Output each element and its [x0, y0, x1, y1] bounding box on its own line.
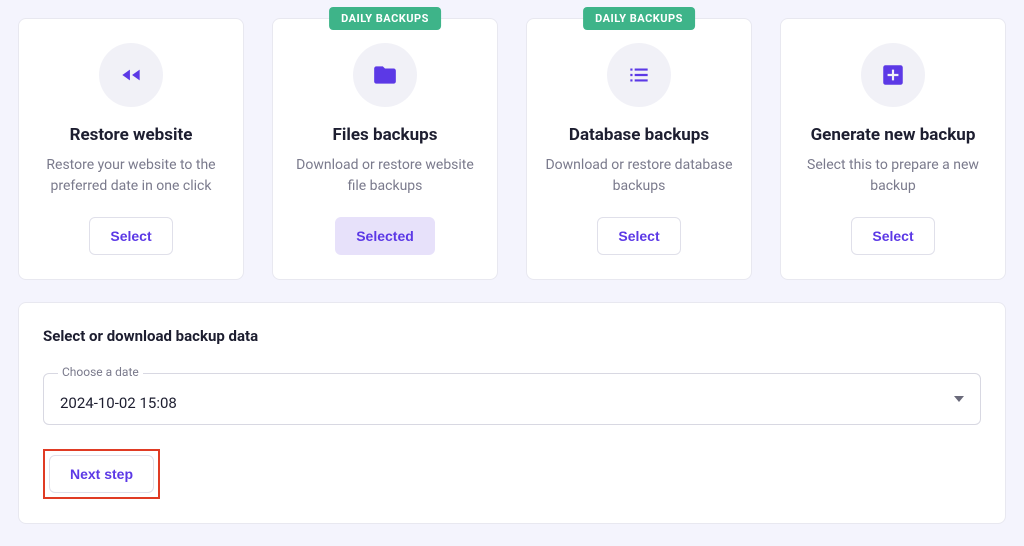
daily-backups-badge: DAILY BACKUPS — [583, 7, 695, 30]
add-file-icon — [861, 43, 925, 107]
select-button[interactable]: Select — [851, 217, 934, 255]
date-value: 2024-10-02 15:08 — [60, 394, 964, 412]
folder-icon — [353, 43, 417, 107]
next-step-highlight: Next step — [43, 449, 160, 499]
card-desc: Download or restore database backups — [543, 155, 735, 197]
card-title: Files backups — [333, 125, 438, 145]
card-desc: Select this to prepare a new backup — [797, 155, 989, 197]
rewind-icon — [99, 43, 163, 107]
card-restore-website: Restore website Restore your website to … — [18, 18, 244, 280]
card-desc: Download or restore website file backups — [289, 155, 481, 197]
select-button[interactable]: Select — [89, 217, 172, 255]
next-step-button[interactable]: Next step — [49, 455, 154, 493]
list-icon — [607, 43, 671, 107]
card-files-backups: DAILY BACKUPS Files backups Download or … — [272, 18, 498, 280]
date-select[interactable]: Choose a date 2024-10-02 15:08 — [43, 373, 981, 425]
panel-title: Select or download backup data — [43, 327, 981, 345]
card-title: Restore website — [70, 125, 193, 145]
date-label: Choose a date — [58, 365, 143, 379]
card-title: Generate new backup — [811, 125, 976, 145]
card-database-backups: DAILY BACKUPS Database backups Download … — [526, 18, 752, 280]
daily-backups-badge: DAILY BACKUPS — [329, 7, 441, 30]
chevron-down-icon — [954, 396, 964, 402]
card-generate-backup: Generate new backup Select this to prepa… — [780, 18, 1006, 280]
card-desc: Restore your website to the preferred da… — [35, 155, 227, 197]
card-title: Database backups — [569, 125, 709, 145]
select-button[interactable]: Select — [597, 217, 680, 255]
selected-button[interactable]: Selected — [335, 217, 435, 255]
backup-data-panel: Select or download backup data Choose a … — [18, 302, 1006, 524]
